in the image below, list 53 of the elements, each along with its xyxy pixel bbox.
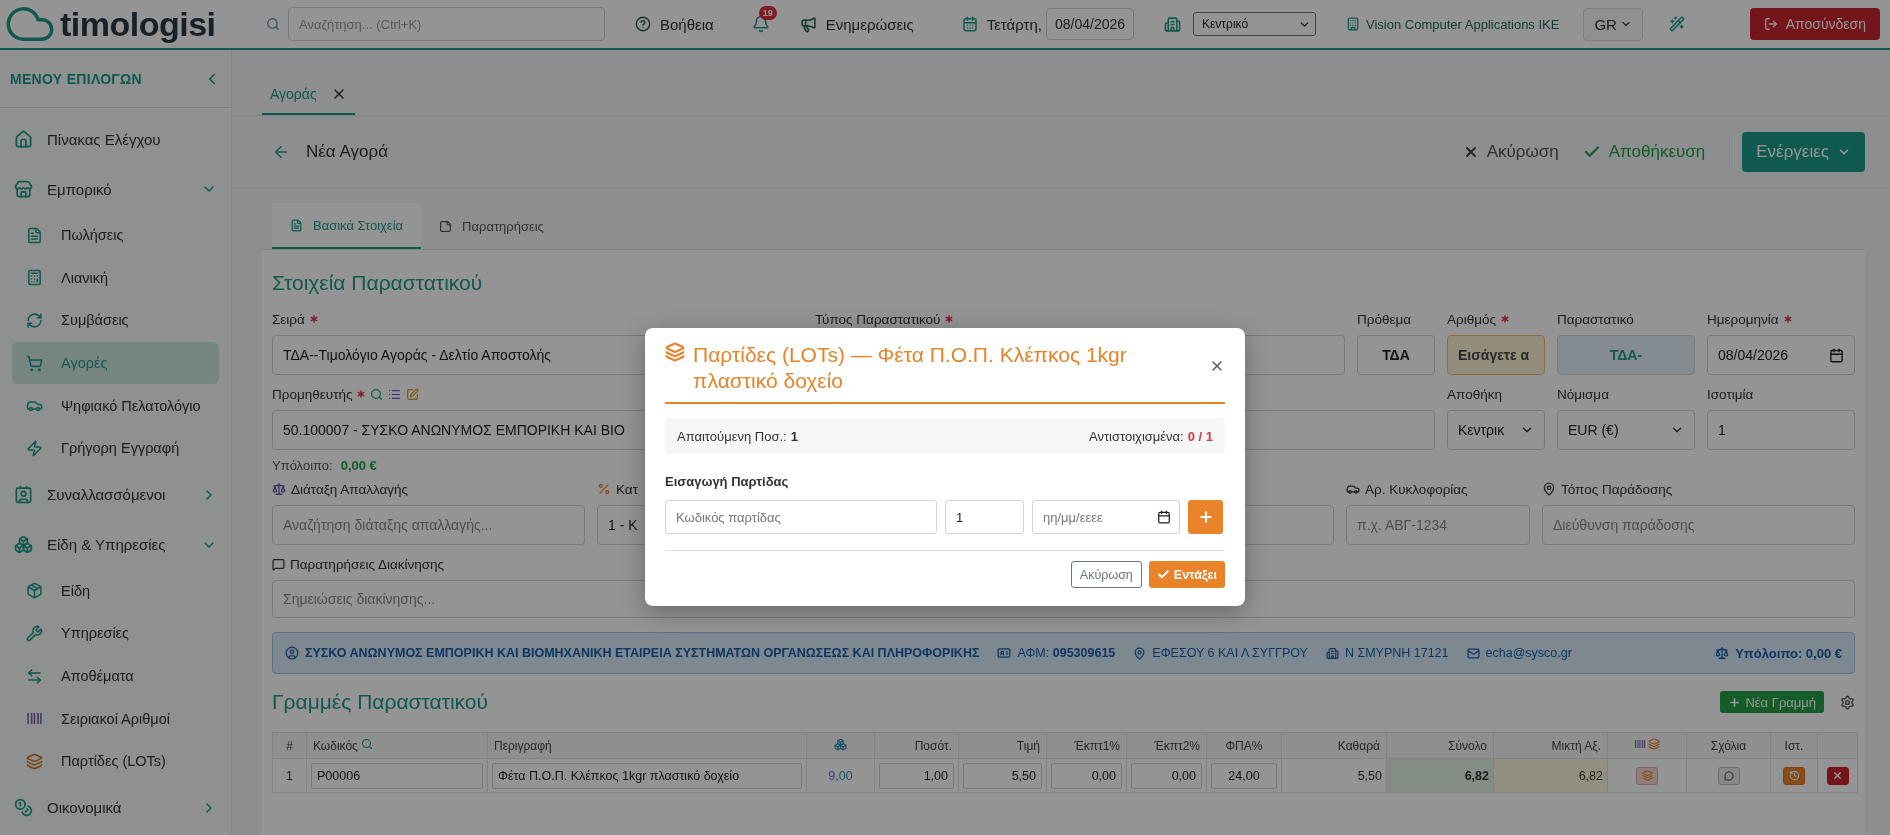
field-label: Προμηθευτής xyxy=(272,386,353,402)
matched-count: 0 / 1 xyxy=(1187,428,1213,444)
notification-badge: 19 xyxy=(758,6,777,20)
field-label: Διάταξη Απαλλαγής xyxy=(291,481,409,497)
company-name: Vision Computer Applications IKE xyxy=(1366,16,1560,32)
address-text: ΕΦΕΣΟΥ 6 ΚΑΙ Λ ΣΥΓΓΡΟΥ xyxy=(1152,646,1308,660)
column-header: Ιστ. xyxy=(1770,732,1818,759)
vat-number: ΑΦΜ: 095309615 xyxy=(1017,646,1116,660)
balance-text: Υπόλοιπο: 0,00 € xyxy=(1735,645,1842,661)
column-header: Τιμή xyxy=(958,732,1047,759)
field-label: Παρατηρήσεις Διακίνησης xyxy=(290,556,445,572)
sidebar-title: ΜΕΝΟΥ ΕΠΙΛΟΓΩΝ xyxy=(10,70,142,87)
supplier-name: ΣΥΣΚΟ ΑΝΩΝΥΜΟΣ ΕΜΠΟΡΙΚΗ ΚΑΙ ΒΙΟΜΗΧΑΝΙΚΗ ΕΤΑΙΡΕΙΑ ΣΥΣΤΗΜΑΤΩΝ ΟΡΓΑΝΩΣΕΩΣ ΚΑΙ ΠΛΗΡΟΦΟΡΙΚΗΣ xyxy=(305,646,980,660)
column-header: Περιγραφή xyxy=(487,732,807,759)
balance-value: 0,00 € xyxy=(340,457,377,473)
email-text: echa@sysco.gr xyxy=(1485,646,1572,660)
section-title: Στοιχεία Παραστατικού xyxy=(272,270,484,296)
field-label: Τύπος Παραστατικού xyxy=(815,311,941,327)
column-header: # xyxy=(272,732,307,759)
table-cell: 5,50 xyxy=(1281,758,1387,793)
column-header: Σύνολο xyxy=(1386,732,1494,759)
column-header: Κωδικός xyxy=(306,732,488,759)
column-header: Ποσότ. xyxy=(874,732,959,759)
balance-label: Υπόλοιπο: xyxy=(272,457,333,473)
column-header: Σχόλια xyxy=(1686,732,1771,759)
field-label: Αρ. Κυκλοφορίας xyxy=(1365,481,1468,497)
section-title: Γραμμές Παραστατικού xyxy=(272,690,490,714)
table-cell: 9,00 xyxy=(806,758,875,793)
column-header: Έκπτ1% xyxy=(1046,732,1127,759)
table-cell: 6,82 xyxy=(1386,758,1494,793)
field-label: Σειρά xyxy=(272,311,305,327)
field-label: Ημερομηνία xyxy=(1707,311,1779,327)
column-header: Καθαρά xyxy=(1281,732,1387,759)
field-label: Κατ xyxy=(616,481,638,497)
matched-label: Αντιστοιχισμένα: xyxy=(1089,428,1184,444)
page-title: Νέα Αγορά xyxy=(306,142,389,162)
weekday-text: Τετάρτη, xyxy=(986,15,1042,33)
column-header: Μικτή Αξ. xyxy=(1493,732,1608,759)
field-label: Ισοτιμία xyxy=(1707,386,1754,402)
table-cell: 6,82 xyxy=(1493,758,1608,793)
field-label: Παραστατικό xyxy=(1557,311,1634,327)
city-text: Ν ΣΜΥΡΝΗ 17121 xyxy=(1344,646,1449,660)
field-label: Αποθήκη xyxy=(1447,386,1502,402)
table-cell: 1 xyxy=(272,758,307,793)
field-label: Νόμισμα xyxy=(1557,386,1609,402)
field-label: Αριθμός xyxy=(1447,311,1496,327)
field-label: Πρόθεμα xyxy=(1357,311,1412,327)
field-label: Τόπος Παράδοσης xyxy=(1561,481,1673,497)
entry-title: Εισαγωγή Παρτίδας xyxy=(665,474,790,491)
required-quantity-label: Απαιτούμενη Ποσ.: xyxy=(677,428,787,444)
column-header: Έκπτ2% xyxy=(1126,732,1207,759)
required-quantity: 1 xyxy=(790,428,798,444)
column-header: ΦΠΑ% xyxy=(1206,732,1282,759)
